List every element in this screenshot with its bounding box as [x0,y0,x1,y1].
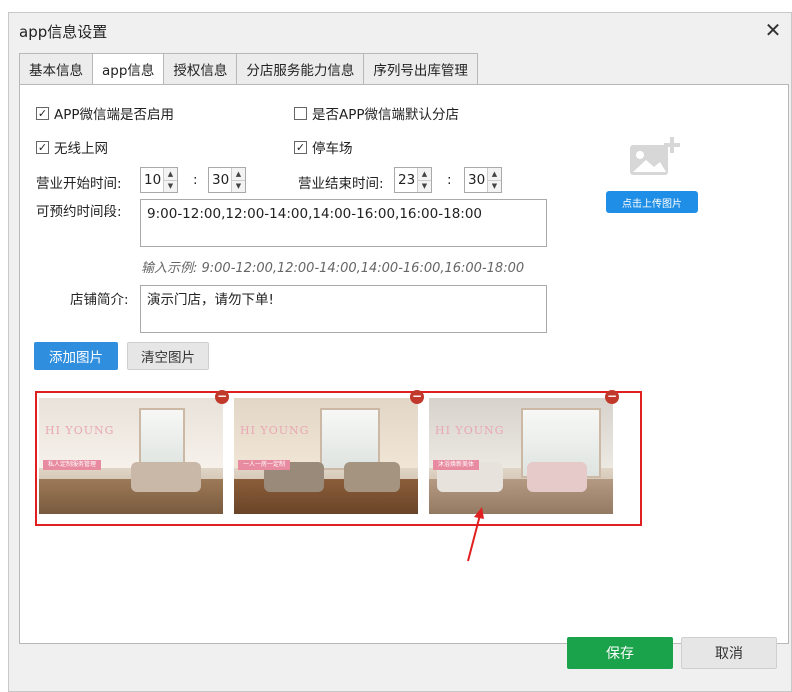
business-end-minute-spinner[interactable]: 30 ▲ ▼ [464,167,502,193]
reservation-time-input[interactable]: 9:00-12:00,12:00-14:00,14:00-16:00,16:00… [140,199,547,247]
checkbox-checked-icon: ✓ [36,140,49,154]
spinner-value[interactable]: 23 [395,168,417,192]
cancel-button[interactable]: 取消 [681,637,777,669]
image-gallery-highlight: HI YOUNG 私人定制服务管理 − HI YOUNG 一人一房一定制 − H… [35,390,642,526]
business-end-label: 营业结束时间: [298,176,384,192]
gallery-photo[interactable]: HI YOUNG 私人定制服务管理 [39,398,223,514]
tab-basic-info[interactable]: 基本信息 [19,53,93,85]
spinner-down-icon[interactable]: ▼ [164,180,177,192]
gallery-photo[interactable]: HI YOUNG 沐浴焕新美体 [429,398,613,514]
dialog-title: app信息设置 [19,22,108,41]
clear-images-button[interactable]: 清空图片 [127,342,209,370]
spinner-up-icon[interactable]: ▲ [164,168,177,181]
photo-banner: 沐浴焕新美体 [433,460,480,470]
spinner-down-icon[interactable]: ▼ [418,180,431,192]
spinner-up-icon[interactable]: ▲ [232,168,245,181]
store-intro-input[interactable]: 演示门店，请勿下单! [140,285,547,333]
tab-bar: 基本信息 app信息 授权信息 分店服务能力信息 序列号出库管理 [19,53,478,85]
close-icon[interactable]: ✕ [761,19,785,43]
gallery-photo[interactable]: HI YOUNG 一人一房一定制 [234,398,418,514]
app-info-dialog: app信息设置 ✕ 基本信息 app信息 授权信息 分店服务能力信息 序列号出库… [8,12,792,692]
photo-brand: HI YOUNG [45,424,115,437]
tab-content-panel: ✓ APP微信端是否启用 是否APP微信端默认分店 ✓ 无线上网 ✓ 停车场 营… [19,84,789,644]
spinner-value[interactable]: 30 [465,168,487,192]
app-wechat-default-store-label: 是否APP微信端默认分店 [312,107,460,123]
photo-banner: 一人一房一定制 [238,460,291,470]
photo-brand: HI YOUNG [435,424,505,437]
time-separator: : [193,172,198,188]
business-start-label: 营业开始时间: [36,176,122,192]
reservation-hint: 输入示例: 9:00-12:00,12:00-14:00,14:00-16:00… [141,261,525,276]
remove-photo-icon[interactable]: − [605,390,619,404]
reservation-label: 可预约时间段: [36,204,122,220]
checkbox-checked-icon: ✓ [294,140,307,154]
business-start-hour-spinner[interactable]: 10 ▲ ▼ [140,167,178,193]
spinner-value[interactable]: 10 [141,168,163,192]
app-wechat-enabled-checkbox[interactable]: ✓ APP微信端是否启用 [36,103,174,123]
spinner-down-icon[interactable]: ▼ [232,180,245,192]
remove-photo-icon[interactable]: − [215,390,229,404]
spinner-up-icon[interactable]: ▲ [418,168,431,181]
parking-label: 停车场 [312,141,353,157]
annotation-arrow-icon [467,507,484,562]
spinner-value[interactable]: 30 [209,168,231,192]
tab-serial-number-outbound[interactable]: 序列号出库管理 [364,53,478,85]
add-image-button[interactable]: 添加图片 [34,342,118,370]
photo-brand: HI YOUNG [240,424,310,437]
app-wechat-enabled-label: APP微信端是否启用 [54,107,175,123]
spinner-down-icon[interactable]: ▼ [488,180,501,192]
time-separator: : [447,172,452,188]
spinner-up-icon[interactable]: ▲ [488,168,501,181]
app-wechat-default-store-checkbox[interactable]: 是否APP微信端默认分店 [294,103,459,123]
save-button[interactable]: 保存 [567,637,673,669]
tab-app-info[interactable]: app信息 [93,53,165,85]
checkbox-unchecked-icon [294,106,307,120]
wifi-label: 无线上网 [54,141,108,157]
upload-image-button[interactable]: 点击上传图片 [606,191,698,213]
image-add-icon[interactable] [624,133,684,183]
wifi-checkbox[interactable]: ✓ 无线上网 [36,137,108,157]
store-intro-label: 店铺简介: [70,292,129,308]
business-end-hour-spinner[interactable]: 23 ▲ ▼ [394,167,432,193]
checkbox-checked-icon: ✓ [36,106,49,120]
photo-banner: 私人定制服务管理 [43,460,102,470]
tab-branch-service-capability[interactable]: 分店服务能力信息 [237,53,365,85]
parking-checkbox[interactable]: ✓ 停车场 [294,137,353,157]
tab-authorization-info[interactable]: 授权信息 [164,53,238,85]
remove-photo-icon[interactable]: − [410,390,424,404]
dialog-titlebar: app信息设置 [9,13,791,49]
business-start-minute-spinner[interactable]: 30 ▲ ▼ [208,167,246,193]
